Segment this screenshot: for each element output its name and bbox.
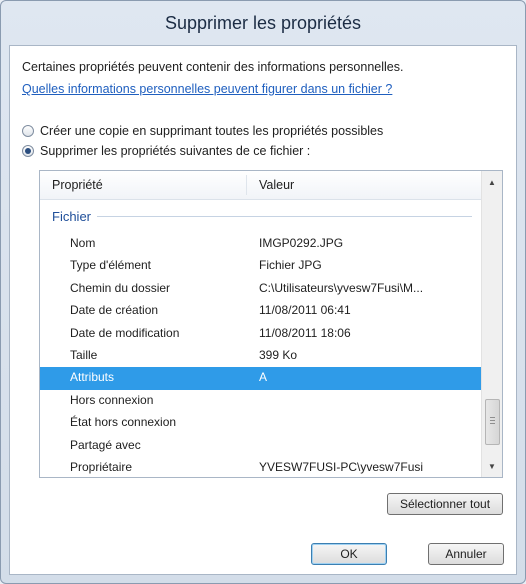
property-value: A: [259, 370, 268, 385]
property-value: Fichier JPG: [259, 258, 322, 273]
property-name: Chemin du dossier: [70, 280, 171, 295]
list-item[interactable]: État hors connexion: [40, 412, 483, 434]
list-item-selected[interactable]: Attributs A: [40, 367, 483, 390]
list-item[interactable]: Nom IMGP0292.JPG: [40, 233, 483, 255]
property-name: Taille: [70, 347, 98, 362]
property-name: Nom: [70, 236, 96, 250]
property-name: Type d'élément: [70, 258, 152, 273]
dialog-content: Certaines propriétés peuvent contenir de…: [9, 45, 517, 575]
list-item[interactable]: Date de modification 11/08/2011 18:06: [40, 323, 483, 345]
property-name: État hors connexion: [70, 415, 177, 430]
list-header: Propriété Valeur: [40, 171, 483, 200]
grip-line: [490, 417, 495, 418]
group-header-file: Fichier: [52, 209, 472, 224]
select-all-button[interactable]: Sélectionner tout: [387, 493, 503, 515]
property-name: Propriétaire: [70, 459, 133, 474]
dialog-window: Supprimer les propriétés Certaines propr…: [0, 0, 526, 584]
property-name: Hors connexion: [70, 392, 154, 407]
property-name: Attributs: [70, 370, 115, 385]
option-remove-selected-label: Supprimer les propriétés suivantes de ce…: [40, 144, 311, 158]
list-item[interactable]: Partagé avec: [40, 435, 483, 457]
property-value: 11/08/2011 06:41: [259, 303, 351, 318]
vertical-scrollbar[interactable]: ▲ ▼: [481, 171, 502, 477]
column-divider[interactable]: [246, 175, 247, 195]
column-header-value[interactable]: Valeur: [259, 171, 294, 199]
ok-button[interactable]: OK: [311, 543, 387, 565]
property-value: YVESW7FUSI-PC\yvesw7Fusi: [259, 459, 424, 474]
property-value: 399 Ko: [259, 347, 298, 362]
personal-info-link[interactable]: Quelles informations personnelles peuven…: [22, 82, 392, 96]
option-create-copy[interactable]: Créer une copie en supprimant toutes les…: [22, 124, 383, 138]
scrollbar-thumb[interactable]: [485, 399, 500, 445]
list-item[interactable]: Propriétaire YVESW7FUSI-PC\yvesw7Fusi: [40, 457, 483, 477]
property-rows: Nom IMGP0292.JPG Type d'élément Fichier …: [40, 233, 483, 477]
property-name: Partagé avec: [70, 437, 141, 452]
grip-line: [490, 423, 495, 424]
scroll-down-icon[interactable]: ▼: [482, 457, 502, 475]
column-header-property[interactable]: Propriété: [52, 171, 103, 199]
radio-create-copy[interactable]: [22, 125, 34, 137]
list-item[interactable]: Chemin du dossier C:\Utilisateurs\yvesw7…: [40, 278, 483, 300]
property-name: Date de création: [70, 303, 159, 318]
intro-text: Certaines propriétés peuvent contenir de…: [22, 60, 404, 74]
grip-line: [490, 420, 495, 421]
radio-remove-selected[interactable]: [22, 145, 34, 157]
cancel-button[interactable]: Annuler: [428, 543, 504, 565]
group-divider: [97, 216, 472, 217]
property-value: C:\Utilisateurs\yvesw7Fusi\M...: [259, 280, 424, 295]
title-bar[interactable]: Supprimer les propriétés: [1, 1, 525, 45]
property-value: 11/08/2011 18:06: [259, 325, 351, 340]
option-create-copy-label: Créer une copie en supprimant toutes les…: [40, 124, 384, 138]
group-label: Fichier: [52, 209, 92, 224]
property-value: IMGP0292.JPG: [259, 236, 344, 250]
scroll-up-icon[interactable]: ▲: [482, 173, 502, 191]
list-item[interactable]: Taille 399 Ko: [40, 345, 483, 367]
property-name: Date de modification: [70, 325, 180, 340]
dialog-title: Supprimer les propriétés: [164, 12, 362, 33]
list-item[interactable]: Hors connexion: [40, 390, 483, 412]
list-item[interactable]: Date de création 11/08/2011 06:41: [40, 300, 483, 322]
list-item[interactable]: Type d'élément Fichier JPG: [40, 255, 483, 277]
properties-list[interactable]: Propriété Valeur Fichier Nom IMGP0292.JP…: [39, 170, 503, 478]
option-remove-selected[interactable]: Supprimer les propriétés suivantes de ce…: [22, 144, 310, 158]
